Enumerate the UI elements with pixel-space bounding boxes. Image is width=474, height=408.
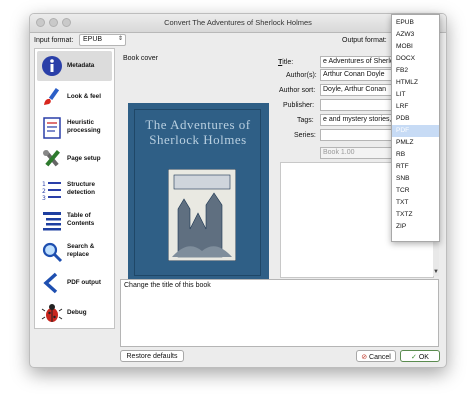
checkmark-icon: ✓ bbox=[411, 354, 417, 361]
cover-illustration bbox=[168, 169, 236, 261]
format-option[interactable]: PDB bbox=[392, 113, 439, 125]
wrench-icon bbox=[43, 150, 60, 167]
sidebar-item-search-replace[interactable]: Search & replace bbox=[37, 237, 112, 267]
cancel-icon: ⊘ bbox=[361, 354, 368, 361]
format-option[interactable]: LIT bbox=[392, 89, 439, 101]
format-option[interactable]: MOBI bbox=[392, 41, 439, 53]
cover-title-text: The Adventures of Sherlock Holmes bbox=[145, 117, 251, 147]
sidebar-item-metadata[interactable]: Metadata bbox=[37, 51, 112, 81]
format-option[interactable]: AZW3 bbox=[392, 29, 439, 41]
svg-text:1: 1 bbox=[42, 181, 46, 188]
series-field[interactable] bbox=[320, 129, 392, 141]
ok-button[interactable]: ✓ OK bbox=[400, 350, 440, 362]
series-index-field[interactable]: Book 1.00 bbox=[320, 147, 392, 159]
sidebar-item-label: Page setup bbox=[67, 155, 101, 162]
sidebar-item-pdf-output[interactable]: PDF output bbox=[37, 268, 112, 298]
publisher-field[interactable] bbox=[320, 99, 392, 111]
sidebar-item-label: Search & replace bbox=[67, 243, 95, 258]
sidebar-item-look-feel[interactable]: Look & feel bbox=[37, 82, 112, 112]
title-field[interactable]: e Adventures of Sherlock Holmes bbox=[320, 56, 392, 68]
series-label: Series: bbox=[294, 132, 316, 139]
book-cover-label: Book cover bbox=[123, 55, 159, 62]
svg-text:2: 2 bbox=[42, 188, 46, 195]
author-sort-field[interactable]: Doyle, Arthur Conan bbox=[320, 84, 392, 96]
format-option-highlighted[interactable]: PDF bbox=[392, 125, 439, 137]
sidebar-item-label: Table of Contents bbox=[67, 212, 95, 227]
info-icon bbox=[42, 56, 62, 76]
tags-label: Tags: bbox=[297, 117, 314, 124]
author-field[interactable]: Arthur Conan Doyle bbox=[320, 69, 392, 81]
output-format-dropdown[interactable]: EPUB AZW3 MOBI DOCX FB2 HTMLZ LIT LRF PD… bbox=[391, 14, 440, 242]
tags-field[interactable]: e and mystery stories, E bbox=[320, 114, 392, 126]
format-option[interactable]: SNB bbox=[392, 173, 439, 185]
sidebar-item-label: Look & feel bbox=[67, 93, 101, 100]
brush-icon bbox=[44, 87, 60, 105]
title-bar: Convert The Adventures of Sherlock Holme… bbox=[30, 14, 446, 33]
format-option[interactable]: HTMLZ bbox=[392, 77, 439, 89]
format-option[interactable]: LRF bbox=[392, 101, 439, 113]
format-option[interactable]: EPUB bbox=[392, 17, 439, 29]
settings-sidebar: Metadata Look & feel Heuristic processin… bbox=[34, 48, 115, 329]
window-title: Convert The Adventures of Sherlock Holme… bbox=[164, 18, 312, 27]
document-icon bbox=[43, 117, 61, 139]
chevron-left-icon bbox=[43, 272, 58, 294]
format-option[interactable]: RTF bbox=[392, 161, 439, 173]
updown-arrows-icon: ⇕ bbox=[117, 36, 123, 42]
format-option[interactable]: TCR bbox=[392, 185, 439, 197]
toc-icon bbox=[43, 212, 61, 231]
sidebar-item-table-of-contents[interactable]: Table of Contents bbox=[37, 206, 112, 236]
sidebar-item-label: PDF output bbox=[67, 279, 101, 286]
format-option[interactable]: FB2 bbox=[392, 65, 439, 77]
book-cover-image[interactable]: The Adventures of Sherlock Holmes bbox=[128, 103, 269, 284]
format-option[interactable]: TXT bbox=[392, 197, 439, 209]
scroll-down-icon[interactable]: ▼ bbox=[433, 269, 439, 275]
publisher-label: Publisher: bbox=[283, 102, 315, 109]
output-format-label: Output format: bbox=[342, 37, 387, 44]
sidebar-item-page-setup[interactable]: Page setup bbox=[37, 144, 112, 174]
sidebar-item-heuristic-processing[interactable]: Heuristic processing bbox=[37, 113, 112, 143]
list-icon: 1 2 3 bbox=[42, 181, 61, 201]
sidebar-item-label: Structure detection bbox=[67, 181, 95, 196]
sidebar-item-label: Debug bbox=[67, 309, 87, 316]
sidebar-item-debug[interactable]: Debug bbox=[37, 298, 112, 328]
sidebar-item-label: Heuristic processing bbox=[67, 119, 101, 134]
svg-text:3: 3 bbox=[42, 195, 46, 201]
format-option[interactable]: TXTZ bbox=[392, 209, 439, 221]
input-format-label: Input format: bbox=[34, 37, 74, 44]
cancel-button[interactable]: ⊘ Cancel bbox=[356, 350, 396, 362]
format-option[interactable]: RB bbox=[392, 149, 439, 161]
format-option[interactable]: DOCX bbox=[392, 53, 439, 65]
bug-icon bbox=[41, 304, 63, 322]
sidebar-item-label: Metadata bbox=[67, 62, 95, 69]
sidebar-item-structure-detection[interactable]: 1 2 3 Structure detection bbox=[37, 175, 112, 205]
format-option[interactable]: PMLZ bbox=[392, 137, 439, 149]
magnifier-icon bbox=[42, 242, 63, 263]
convert-dialog: Convert The Adventures of Sherlock Holme… bbox=[29, 13, 447, 368]
format-option[interactable]: ZIP bbox=[392, 221, 439, 233]
help-description: Change the title of this book bbox=[120, 279, 439, 347]
input-format-select[interactable]: EPUB ⇕ bbox=[79, 34, 126, 46]
author-label: Author(s): bbox=[286, 72, 317, 79]
author-sort-label: Author sort: bbox=[279, 87, 316, 94]
title-label: TTitle: bbox=[278, 59, 294, 66]
restore-defaults-button[interactable]: Restore defaults bbox=[120, 350, 184, 362]
